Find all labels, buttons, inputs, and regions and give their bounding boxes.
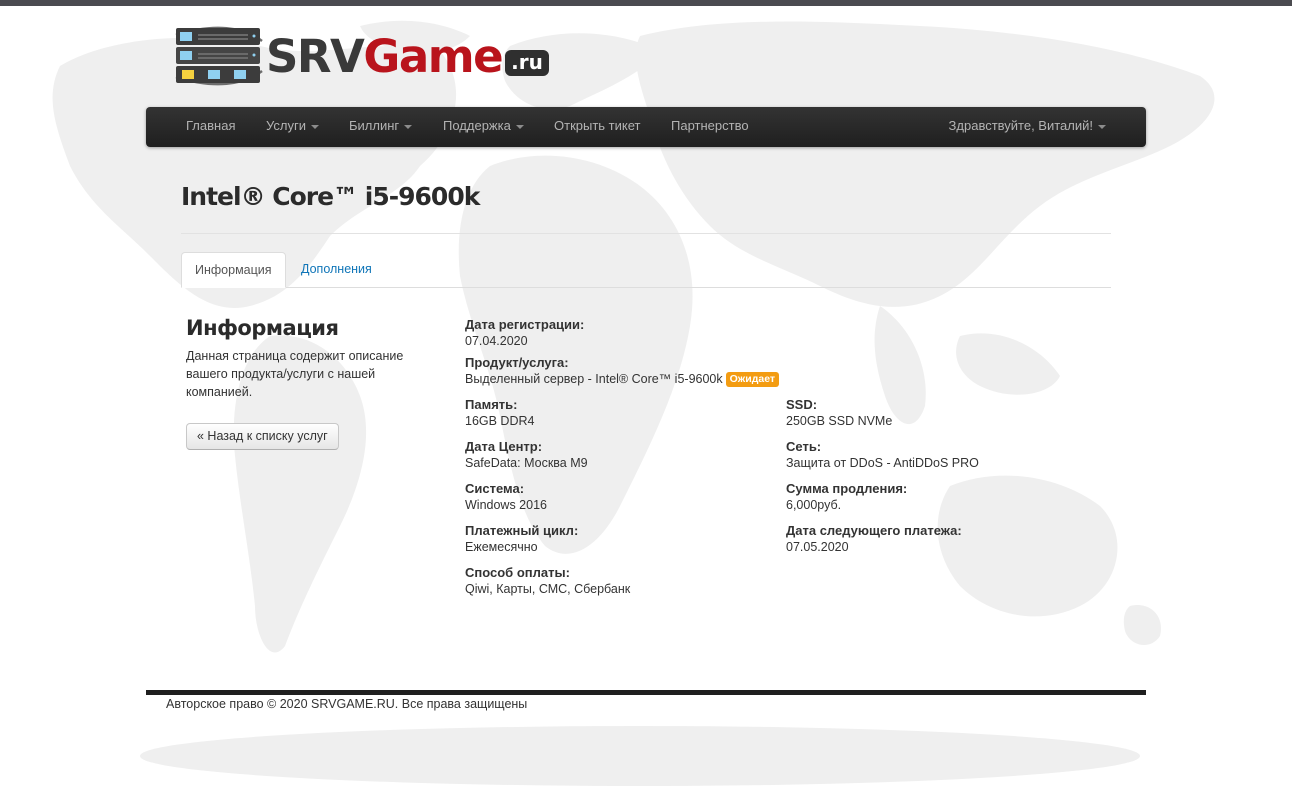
- field-billing-cycle: Платежный цикл: Ежемесячно: [465, 522, 578, 556]
- main-navbar: Главная Услуги Биллинг Поддержка Открыть…: [146, 107, 1146, 147]
- field-next-due-date: Дата следующего платежа: 07.05.2020: [786, 522, 962, 556]
- field-value: 16GB DDR4: [465, 414, 535, 428]
- field-label: Сумма продления:: [786, 481, 908, 496]
- sidebar-title: Информация: [186, 316, 339, 340]
- logo-tld-badge: .ru: [505, 49, 549, 76]
- field-datacenter: Дата Центр: SafeData: Москва M9: [465, 438, 588, 472]
- field-ssd: SSD: 250GB SSD NVMe: [786, 396, 892, 430]
- field-memory: Память: 16GB DDR4: [465, 396, 534, 430]
- caret-down-icon: [515, 124, 524, 129]
- field-label: Дата Центр:: [465, 439, 543, 454]
- nav-item-open-ticket[interactable]: Открыть тикет: [554, 107, 640, 147]
- nav-item-label: Главная: [186, 118, 236, 133]
- field-label: Способ оплаты:: [465, 565, 570, 580]
- field-value: Защита от DDoS - AntiDDoS PRO: [786, 456, 979, 470]
- status-badge: Ожидает: [725, 372, 780, 387]
- field-payment-method: Способ оплаты: Qiwi, Карты, СМС, Сбербан…: [465, 564, 630, 598]
- user-greeting: Здравствуйте, Виталий!: [948, 118, 1093, 133]
- caret-down-icon: [404, 124, 413, 129]
- tab-information[interactable]: Информация: [181, 252, 286, 288]
- nav-item-label: Партнерство: [671, 118, 749, 133]
- field-value: Windows 2016: [465, 498, 547, 512]
- product-name: Выделенный сервер - Intel® Core™ i5-9600…: [465, 372, 723, 386]
- nav-item-label: Открыть тикет: [554, 118, 641, 133]
- caret-down-icon: [310, 124, 319, 129]
- field-value: Qiwi, Карты, СМС, Сбербанк: [465, 582, 631, 596]
- field-label: SSD:: [786, 397, 818, 412]
- server-rack-icon: [175, 26, 263, 86]
- logo-srv-text: SRV: [266, 29, 365, 83]
- footer-divider: [146, 690, 1146, 695]
- site-logo[interactable]: SRVGame .ru: [174, 25, 554, 87]
- nav-item-label: Поддержка: [443, 118, 511, 133]
- page-title: Intel® Core™ i5-9600k: [181, 182, 480, 211]
- field-value: 07.05.2020: [786, 540, 849, 554]
- back-to-services-button[interactable]: « Назад к списку услуг: [186, 423, 339, 450]
- sidebar-description: Данная страница содержит описание вашего…: [186, 349, 404, 399]
- nav-item-label: Услуги: [266, 118, 306, 133]
- field-label: Продукт/услуга:: [465, 355, 569, 370]
- nav-item-label: Биллинг: [349, 118, 400, 133]
- user-menu[interactable]: Здравствуйте, Виталий!: [949, 107, 1106, 147]
- field-value: SafeData: Москва M9: [465, 456, 588, 470]
- logo-game-text: Game: [363, 29, 503, 83]
- field-registration-date: Дата регистрации: 07.04.2020: [465, 316, 584, 350]
- field-label: Память:: [465, 397, 518, 412]
- tab-addons[interactable]: Дополнения: [288, 252, 385, 288]
- field-value: 6,000руб.: [786, 498, 842, 512]
- field-value: 07.04.2020: [465, 334, 528, 348]
- title-divider: [181, 233, 1111, 234]
- nav-item-services[interactable]: Услуги: [266, 107, 319, 147]
- footer-copyright: Авторское право © 2020 SRVGAME.RU. Все п…: [166, 697, 528, 711]
- field-label: Сеть:: [786, 439, 822, 454]
- field-network: Сеть: Защита от DDoS - AntiDDoS PRO: [786, 438, 979, 472]
- nav-item-billing[interactable]: Биллинг: [349, 107, 413, 147]
- caret-down-icon: [1098, 124, 1106, 129]
- field-renewal-amount: Сумма продления: 6,000руб.: [786, 480, 907, 514]
- field-value: Ежемесячно: [465, 540, 538, 554]
- nav-item-partnership[interactable]: Партнерство: [671, 107, 749, 147]
- field-label: Дата регистрации:: [465, 317, 585, 332]
- logo-wordmark: SRVGame .ru: [266, 34, 549, 79]
- field-os: Система: Windows 2016: [465, 480, 547, 514]
- field-label: Система:: [465, 481, 525, 496]
- field-product: Продукт/услуга: Выделенный сервер - Inte…: [465, 354, 780, 388]
- field-value: Выделенный сервер - Intel® Core™ i5-9600…: [465, 371, 780, 388]
- nav-item-home[interactable]: Главная: [186, 107, 235, 147]
- field-value: 250GB SSD NVMe: [786, 414, 893, 428]
- field-label: Платежный цикл:: [465, 523, 579, 538]
- field-label: Дата следующего платежа:: [786, 523, 962, 538]
- nav-item-support[interactable]: Поддержка: [443, 107, 524, 147]
